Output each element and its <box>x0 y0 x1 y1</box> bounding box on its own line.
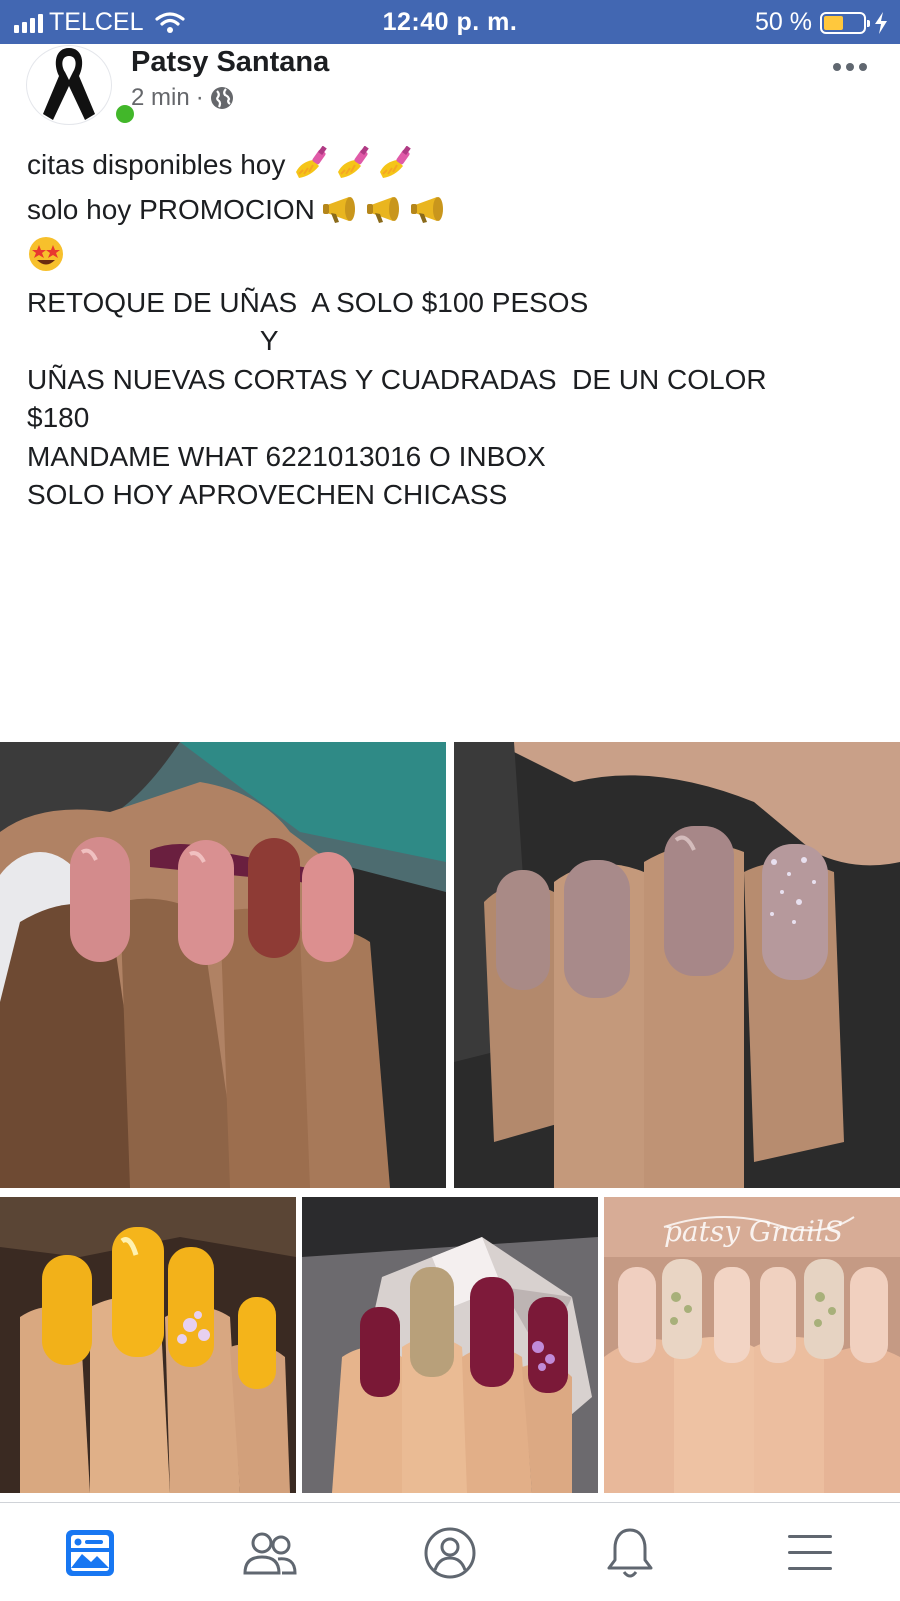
black-ribbon-icon <box>43 48 95 120</box>
nail-photo: patsy GnailS <box>604 1197 900 1493</box>
post-time[interactable]: 2 min <box>131 84 190 112</box>
nail-photo <box>454 742 900 1188</box>
more-dot <box>846 63 854 71</box>
more-dot <box>859 63 867 71</box>
post-line: Y <box>27 325 279 356</box>
more-dots-icon <box>833 63 841 71</box>
megaphone-emoji-icon <box>410 193 451 236</box>
battery-percent: 50 % <box>755 8 812 36</box>
friends-icon <box>243 1532 297 1575</box>
photo-yellow-nails[interactable] <box>0 1197 296 1493</box>
profile-icon <box>424 1527 476 1579</box>
photo-burgundy-nails[interactable] <box>302 1197 598 1493</box>
post-header: Patsy Santana 2 min · <box>0 44 900 134</box>
nail-polish-emoji-icon <box>377 145 415 191</box>
notifications-bell-icon <box>607 1528 653 1578</box>
post-author-name[interactable]: Patsy Santana <box>131 46 329 79</box>
nav-profile[interactable] <box>420 1525 480 1581</box>
post-line: RETOQUE DE UÑAS A SOLO $100 PESOS <box>27 286 589 318</box>
battery-fill <box>824 15 843 30</box>
nail-photo <box>0 1197 296 1493</box>
nail-polish-emoji-icon <box>293 145 331 191</box>
photo-watermark: patsy GnailS <box>664 1215 843 1248</box>
more-options-button[interactable] <box>828 52 872 82</box>
status-bar: TELCEL 12:40 p. m. 50 % <box>0 0 900 44</box>
photo-pink-nails[interactable] <box>0 742 446 1188</box>
post-meta: 2 min · <box>131 84 234 112</box>
bottom-navigation <box>0 1502 900 1601</box>
post-line: $180 <box>27 402 90 433</box>
menu-icon <box>788 1535 832 1570</box>
globe-icon <box>210 87 233 109</box>
star-struck-emoji-icon <box>27 235 65 284</box>
nav-notifications[interactable] <box>600 1525 660 1581</box>
charging-bolt-icon <box>875 11 887 34</box>
nav-news-feed[interactable] <box>60 1525 120 1581</box>
battery-icon <box>820 11 870 34</box>
post-line-text: solo hoy PROMOCION <box>27 193 315 225</box>
nail-photo <box>302 1197 598 1493</box>
post-line: citas disponibles hoy <box>27 145 877 191</box>
avatar[interactable] <box>26 45 137 126</box>
nav-menu[interactable] <box>780 1525 840 1581</box>
meta-separator: · <box>195 84 204 111</box>
photo-mauve-nails[interactable] <box>454 742 900 1188</box>
megaphone-emoji-icon <box>322 193 363 236</box>
photo-nude-glitter-nails[interactable]: patsy GnailS <box>604 1197 900 1493</box>
news-feed-icon <box>66 1530 114 1576</box>
nail-photo <box>0 742 446 1188</box>
megaphone-emoji-icon <box>366 193 407 236</box>
nav-friends[interactable] <box>240 1525 300 1581</box>
post-line-text: citas disponibles hoy <box>27 149 286 180</box>
nail-polish-emoji-icon <box>335 145 373 191</box>
status-right: 50 % <box>755 8 888 37</box>
post-line: MANDAME WHAT 6221013016 O INBOX <box>27 440 546 472</box>
post-line <box>27 235 877 284</box>
post-text: citas disponibles hoy solo hoy PROMOCION… <box>27 145 877 515</box>
battery-cap <box>867 19 870 27</box>
post-line: SOLO HOY APROVECHEN CHICASS <box>27 479 508 510</box>
post-line: solo hoy PROMOCION <box>27 191 877 236</box>
post-line: UÑAS NUEVAS CORTAS Y CUADRADAS DE UN COL… <box>27 363 767 395</box>
